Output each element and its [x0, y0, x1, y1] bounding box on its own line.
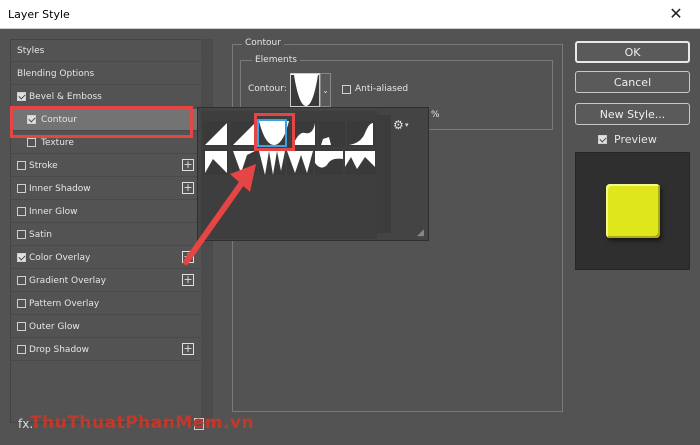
resize-grip-icon[interactable]: ◢ — [417, 228, 424, 238]
contour-preset-ring-double[interactable] — [231, 149, 257, 175]
preview-label: Preview — [614, 133, 657, 146]
gear-dropdown-icon[interactable]: ▾ — [405, 121, 409, 129]
anti-aliased-label: Anti-aliased — [355, 84, 409, 94]
contour-swatch[interactable] — [290, 73, 320, 107]
contour-preset-ring[interactable] — [203, 149, 229, 175]
inner-glow-checkbox[interactable] — [17, 207, 26, 216]
style-item-drop-shadow[interactable]: Drop Shadow + — [11, 339, 201, 361]
color-overlay-checkbox[interactable] — [17, 253, 26, 262]
contour-highlight-box — [10, 106, 193, 138]
contour-group-title: Contour — [242, 38, 284, 48]
add-inner-shadow-plus-icon[interactable]: + — [182, 182, 194, 194]
preview-checkbox[interactable] — [598, 135, 607, 144]
window-title: Layer Style — [8, 8, 70, 21]
ok-button[interactable]: OK — [575, 41, 690, 63]
satin-checkbox[interactable] — [17, 230, 26, 239]
contour-preset-sawtooth-2[interactable] — [287, 149, 313, 175]
contour-picker-popup: ⚙ ▾ ◢ — [197, 107, 429, 241]
close-icon[interactable]: ✕ — [656, 2, 696, 26]
anti-aliased-checkbox[interactable] — [342, 85, 351, 94]
style-item-stroke[interactable]: Stroke + — [11, 155, 201, 177]
blending-options[interactable]: Blending Options — [11, 63, 201, 85]
gradient-overlay-checkbox[interactable] — [17, 276, 26, 285]
contour-preset-gaussian[interactable] — [319, 121, 345, 147]
title-bar: Layer Style ✕ — [0, 0, 700, 29]
add-stroke-plus-icon[interactable]: + — [182, 159, 194, 171]
styles-list: Styles Blending Options Bevel & Emboss C… — [10, 39, 202, 423]
styles-header[interactable]: Styles — [11, 40, 201, 62]
outer-glow-checkbox[interactable] — [17, 322, 26, 331]
watermark: ThuThuatPhanMem.vn — [30, 413, 255, 433]
bevel-emboss-checkbox[interactable] — [17, 92, 26, 101]
picker-scrollbar[interactable] — [375, 115, 391, 233]
contour-preset-shallow-slope[interactable] — [315, 149, 343, 175]
contour-preset-linear[interactable] — [203, 121, 229, 147]
preview-swatch — [606, 184, 660, 238]
add-color-overlay-plus-icon[interactable]: + — [182, 251, 194, 263]
contour-dropdown-button[interactable]: ⌄ — [320, 73, 331, 107]
style-item-inner-glow[interactable]: Inner Glow — [11, 201, 201, 223]
chevron-down-icon: ⌄ — [322, 86, 329, 95]
contour-curve-icon — [291, 75, 319, 106]
style-item-outer-glow[interactable]: Outer Glow — [11, 316, 201, 338]
style-item-satin[interactable]: Satin — [11, 224, 201, 246]
stroke-checkbox[interactable] — [17, 161, 26, 170]
contour-preset-sawtooth[interactable] — [259, 149, 285, 175]
pattern-overlay-checkbox[interactable] — [17, 299, 26, 308]
add-drop-shadow-plus-icon[interactable]: + — [182, 343, 194, 355]
new-style-button[interactable]: New Style... — [575, 103, 690, 125]
add-gradient-overlay-plus-icon[interactable]: + — [182, 274, 194, 286]
inner-shadow-checkbox[interactable] — [17, 184, 26, 193]
contour-label: Contour: — [248, 84, 287, 94]
style-item-color-overlay[interactable]: Color Overlay + — [11, 247, 201, 269]
style-item-pattern-overlay[interactable]: Pattern Overlay — [11, 293, 201, 315]
range-percent: % — [431, 110, 440, 120]
contour-preset-rolling-slope[interactable] — [345, 149, 375, 175]
cancel-button[interactable]: Cancel — [575, 71, 690, 93]
style-item-gradient-overlay[interactable]: Gradient Overlay + — [11, 270, 201, 292]
style-item-bevel-emboss[interactable]: Bevel & Emboss — [11, 86, 201, 108]
elements-group-title: Elements — [252, 55, 300, 65]
texture-checkbox[interactable] — [27, 138, 36, 147]
style-item-inner-shadow[interactable]: Inner Shadow + — [11, 178, 201, 200]
preview-panel — [575, 152, 690, 270]
drop-shadow-checkbox[interactable] — [17, 345, 26, 354]
contour-preset-rounded-steps[interactable] — [347, 121, 375, 147]
preset-highlight-box — [254, 113, 295, 151]
